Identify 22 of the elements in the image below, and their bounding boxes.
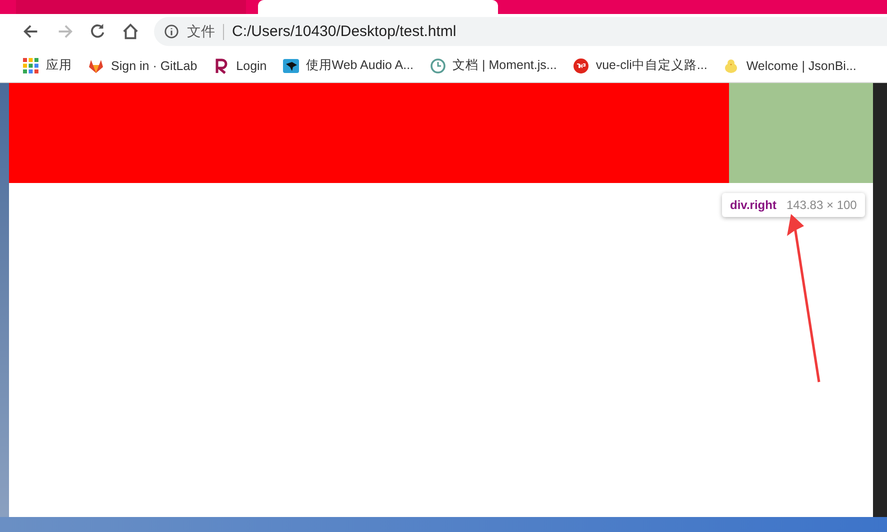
reload-icon[interactable] [88, 22, 107, 41]
url-text: C:/Users/10430/Desktop/test.html [232, 23, 456, 40]
address-bar[interactable]: 文件 C:/Users/10430/Desktop/test.html [154, 17, 887, 46]
php-icon [572, 58, 589, 74]
bookmark-item[interactable]: Welcome | JsonBi... [723, 58, 856, 74]
chick-icon [723, 58, 740, 74]
bookmark-item[interactable]: Login [213, 58, 267, 74]
bookmark-item[interactable]: vue-cli中自定义路... [572, 57, 708, 74]
clock-icon [430, 58, 446, 74]
bookmark-item[interactable]: 文档 | Moment.js... [430, 57, 557, 74]
fox-icon [88, 58, 104, 74]
info-icon[interactable] [164, 24, 179, 39]
bookmark-item[interactable]: 应用 [23, 57, 72, 74]
bookmark-item[interactable]: 使用Web Audio A... [282, 57, 414, 74]
letter-r-icon [213, 58, 230, 74]
bird-icon [282, 58, 299, 74]
home-icon[interactable] [121, 22, 140, 41]
security-label: 文件 [187, 22, 215, 40]
selector-text: div.right [730, 198, 776, 212]
bookmark-item[interactable]: Sign in · GitLab [88, 58, 198, 74]
size-text: 143.83 × 100 [786, 198, 857, 212]
apps-grid-icon [23, 58, 39, 74]
